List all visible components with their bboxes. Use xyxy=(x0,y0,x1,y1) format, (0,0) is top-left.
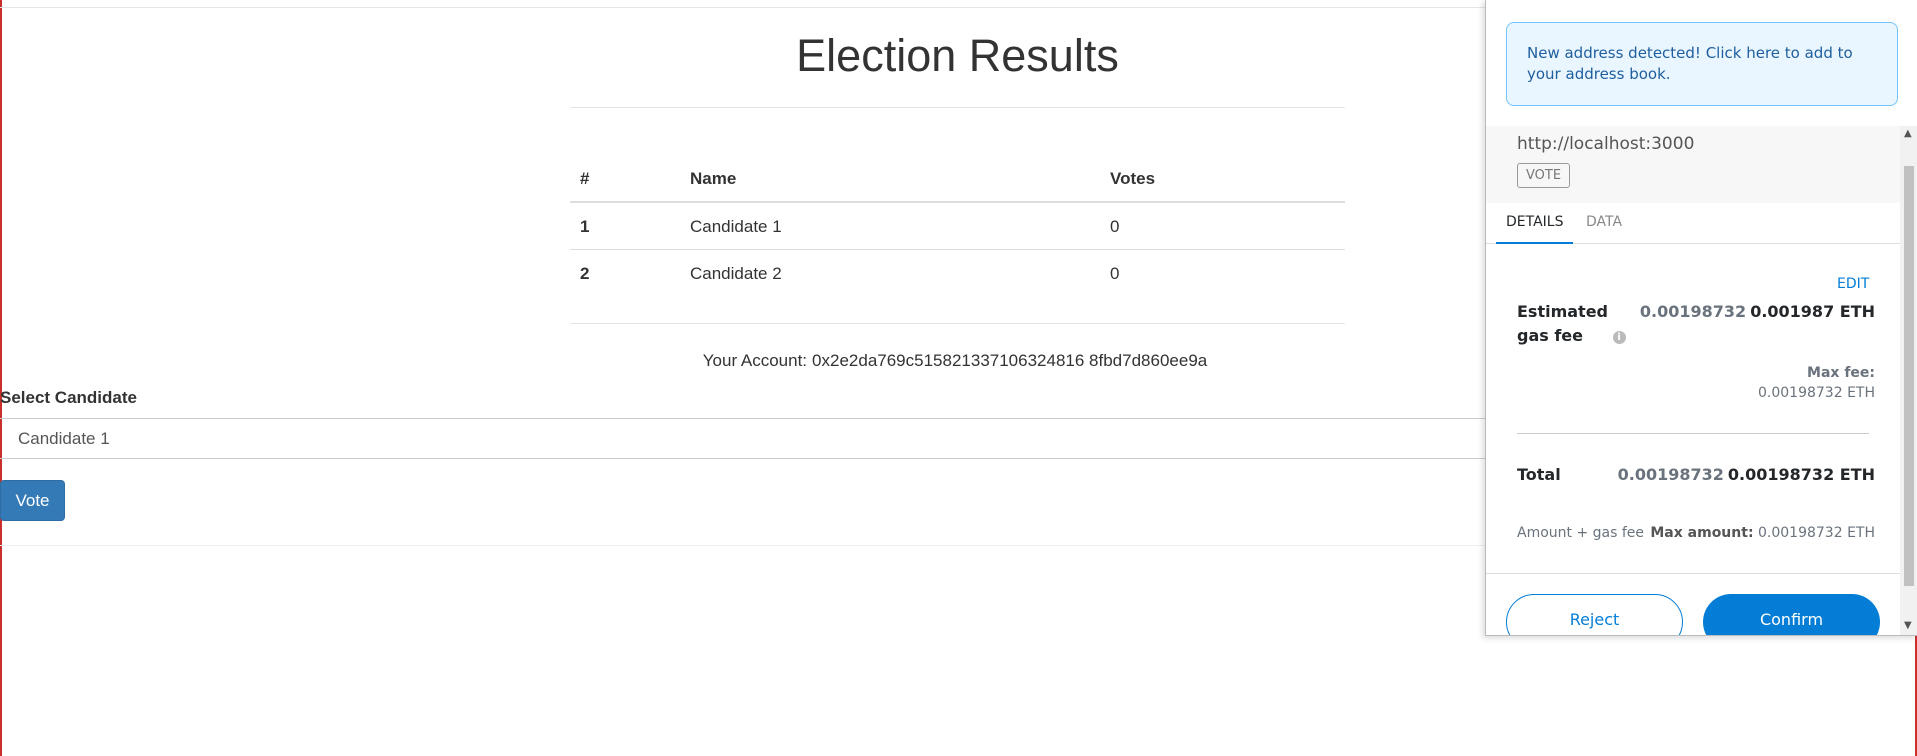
tab-data[interactable]: DATA xyxy=(1586,214,1622,230)
popup-scrollbar[interactable]: ▲ ▼ xyxy=(1900,126,1917,635)
confirm-button[interactable]: Confirm xyxy=(1703,594,1880,635)
page-title: Election Results xyxy=(796,30,1119,81)
candidate-id: 2 xyxy=(570,249,680,296)
account-label: Your Account: xyxy=(702,351,808,370)
metamask-popup: New address detected! Click here to add … xyxy=(1485,0,1917,636)
gas-fee-values: 0.00198732 0.001987 ETH xyxy=(1640,302,1875,321)
window-frame-left xyxy=(0,0,2,756)
scroll-thumb[interactable] xyxy=(1904,166,1914,586)
max-fee: Max fee: 0.00198732 ETH xyxy=(1758,363,1875,403)
method-badge: VOTE xyxy=(1517,163,1571,188)
gas-label-text: Estimated gas fee xyxy=(1517,302,1609,345)
account-info: Your Account: 0x2e2da769c5158213371063248… xyxy=(570,351,1345,371)
total-label: Total xyxy=(1517,465,1561,484)
max-amount-label: Max amount: xyxy=(1650,525,1754,541)
candidate-name: Candidate 1 xyxy=(690,217,782,236)
gas-fee-primary: 0.001987 ETH xyxy=(1750,302,1875,321)
candidate-votes: 0 xyxy=(1100,249,1345,296)
reject-button[interactable]: Reject xyxy=(1506,594,1683,635)
candidate-select[interactable]: Candidate 1 xyxy=(0,418,1486,459)
total-primary: 0.00198732 ETH xyxy=(1727,465,1875,484)
title-divider xyxy=(570,107,1345,108)
vote-button[interactable]: Vote xyxy=(0,480,65,521)
total-values: 0.00198732 0.00198732 ETH xyxy=(1618,465,1875,484)
account-address: 0x2e2da769c515821337106324816 8fbd7d860e… xyxy=(812,351,1208,370)
column-header-name: Name xyxy=(680,158,1100,203)
table-divider xyxy=(570,323,1345,324)
column-header-number: # xyxy=(570,158,680,203)
candidate-name: Candidate 2 xyxy=(680,249,1100,296)
max-fee-label: Max fee: xyxy=(1807,365,1875,381)
table-row: 1 Candidate 1 0 xyxy=(570,202,1345,250)
select-candidate-label: Select Candidate xyxy=(0,388,137,407)
max-fee-value: 0.00198732 ETH xyxy=(1758,385,1875,401)
table-row: 2 Candidate 2 0 xyxy=(570,249,1345,296)
footer-divider xyxy=(1486,573,1900,574)
column-header-votes: Votes xyxy=(1100,158,1345,203)
origin-url: http://localhost:3000 xyxy=(1517,134,1695,154)
edit-gas-link[interactable]: EDIT xyxy=(1837,276,1869,292)
scroll-down-arrow-icon[interactable]: ▼ xyxy=(1904,620,1912,631)
active-tab-indicator xyxy=(1496,242,1573,244)
gas-fee-secondary: 0.00198732 xyxy=(1639,302,1747,321)
tab-details[interactable]: DETAILS xyxy=(1506,214,1563,230)
candidate-id: 1 xyxy=(580,217,590,236)
info-icon[interactable]: i xyxy=(1612,331,1626,344)
tab-bar: DETAILS DATA xyxy=(1486,204,1900,244)
max-amount: Max amount: 0.00198732 ETH xyxy=(1650,525,1875,541)
amount-gas-label: Amount + gas fee xyxy=(1517,525,1645,541)
bottom-divider xyxy=(0,545,1486,546)
candidate-votes: 0 xyxy=(1110,217,1120,236)
scroll-up-arrow-icon[interactable]: ▲ xyxy=(1904,128,1912,139)
origin-section: http://localhost:3000 VOTE xyxy=(1486,126,1900,203)
max-amount-value: 0.00198732 ETH xyxy=(1758,525,1875,541)
table-header-row: # Name Votes xyxy=(570,158,1345,203)
total-secondary: 0.00198732 xyxy=(1617,465,1724,484)
fee-divider xyxy=(1517,433,1869,434)
new-address-notice[interactable]: New address detected! Click here to add … xyxy=(1506,22,1898,106)
top-divider xyxy=(0,7,1486,8)
estimated-gas-fee-label: Estimated gas fee i xyxy=(1517,300,1626,348)
results-table: # Name Votes 1 Candidate 1 0 2 Candidate… xyxy=(570,158,1345,296)
